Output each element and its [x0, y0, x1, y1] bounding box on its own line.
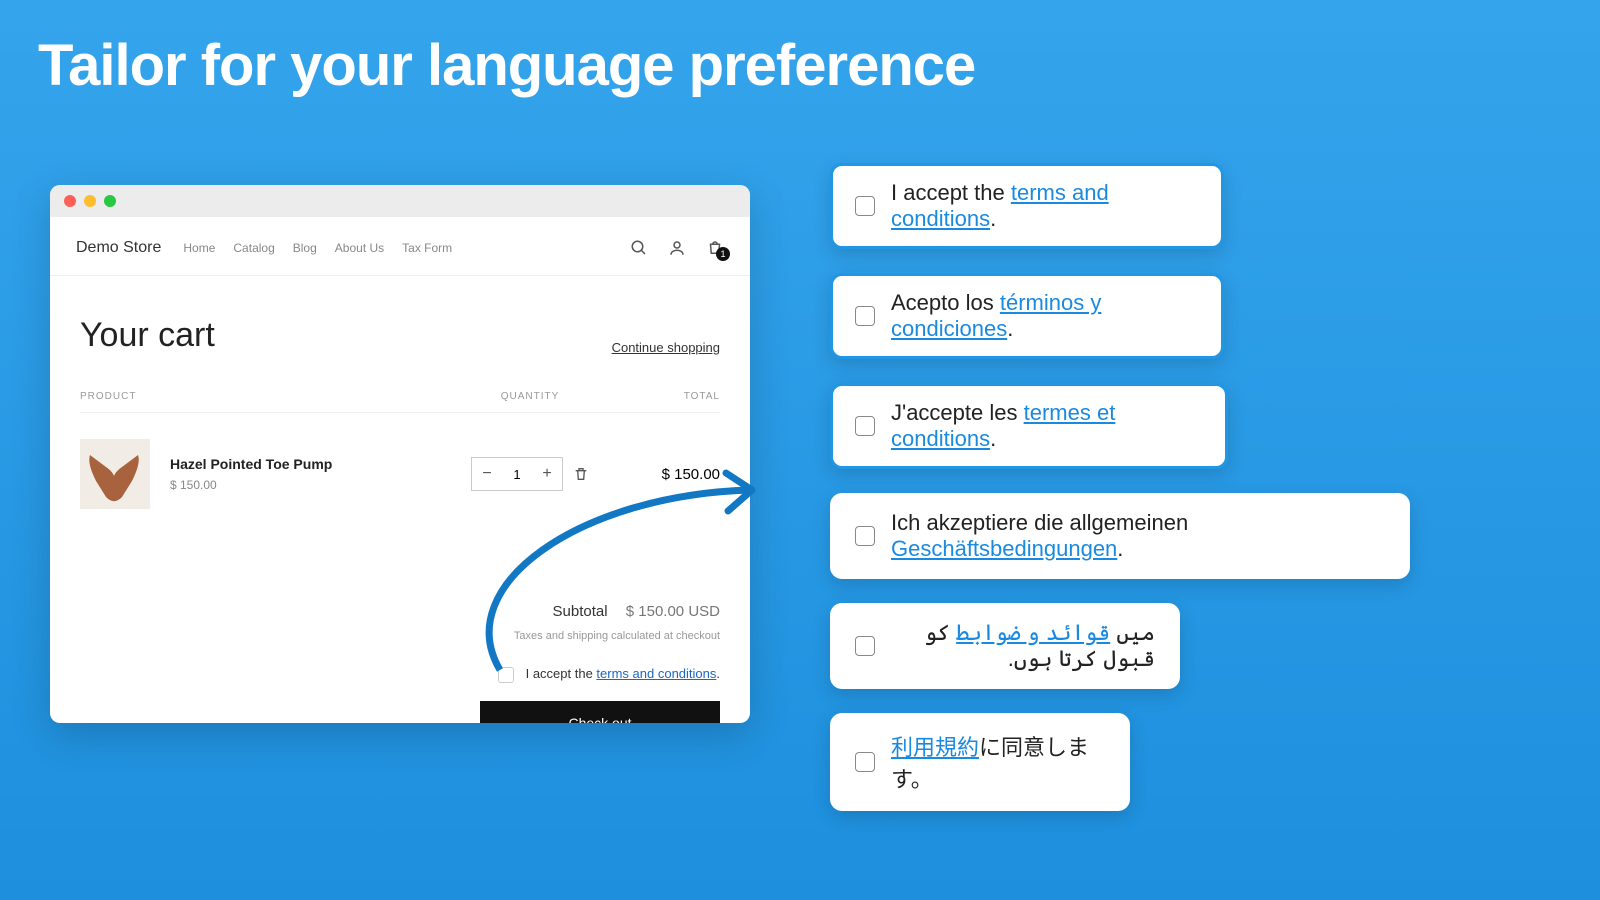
checkbox[interactable] — [855, 306, 875, 326]
subtotal-value: $ 150.00 USD — [626, 603, 720, 620]
nav-home[interactable]: Home — [183, 241, 215, 255]
window-minimize-icon[interactable] — [84, 195, 96, 207]
mac-titlebar — [50, 185, 750, 217]
demo-browser-window: Demo Store Home Catalog Blog About Us Ta… — [50, 185, 750, 723]
nav-about[interactable]: About Us — [335, 241, 384, 255]
accept-terms-row: I accept the terms and conditions. — [80, 666, 720, 683]
col-quantity: QUANTITY — [460, 391, 600, 402]
remove-item-icon[interactable] — [573, 466, 589, 482]
checkbox[interactable] — [855, 526, 875, 546]
page-headline: Tailor for your language preference — [38, 32, 975, 99]
subtotal: Subtotal $ 150.00 USD — [80, 603, 720, 620]
subtotal-label: Subtotal — [553, 603, 608, 620]
continue-shopping-link[interactable]: Continue shopping — [612, 340, 720, 355]
terms-link-de[interactable]: Geschäftsbedingungen — [891, 536, 1117, 561]
store-header: Demo Store Home Catalog Blog About Us Ta… — [50, 217, 750, 276]
lang-text-ur: میں قوائد و ضوابط کو قبول کرتا ہوں. — [891, 620, 1155, 672]
product-image[interactable] — [80, 439, 150, 509]
store-brand[interactable]: Demo Store — [76, 239, 161, 257]
nav-catalog[interactable]: Catalog — [233, 241, 274, 255]
lang-card-fr: J'accepte les termes et conditions. — [830, 383, 1228, 469]
checkout-button[interactable]: Check out — [480, 701, 720, 723]
lang-card-de: Ich akzeptiere die allgemeinen Geschäfts… — [830, 493, 1410, 579]
lang-text-en: I accept the terms and conditions. — [891, 180, 1199, 232]
accept-prefix: I accept the — [526, 666, 597, 681]
nav-blog[interactable]: Blog — [293, 241, 317, 255]
checkbox[interactable] — [855, 636, 875, 656]
cart-badge: 1 — [716, 247, 730, 261]
terms-link-ja[interactable]: 利用規約 — [891, 735, 979, 760]
account-icon[interactable] — [668, 239, 686, 257]
lang-text-de: Ich akzeptiere die allgemeinen Geschäfts… — [891, 510, 1385, 562]
checkbox[interactable] — [855, 416, 875, 436]
language-examples: I accept the terms and conditions. Acept… — [830, 163, 1410, 835]
search-icon[interactable] — [630, 239, 648, 257]
product-price: $ 150.00 — [170, 478, 460, 492]
cart-line-item: Hazel Pointed Toe Pump $ 150.00 − 1 + $ … — [80, 413, 720, 523]
lang-text-es: Acepto los términos y condiciones. — [891, 290, 1199, 342]
product-name[interactable]: Hazel Pointed Toe Pump — [170, 456, 460, 472]
lang-text-ja: 利用規約に同意します。 — [891, 730, 1105, 794]
checkbox[interactable] — [855, 196, 875, 216]
nav-taxform[interactable]: Tax Form — [402, 241, 452, 255]
cart-title: Your cart — [80, 316, 215, 355]
window-close-icon[interactable] — [64, 195, 76, 207]
terms-link-ur[interactable]: قوائد و ضوابط — [956, 620, 1110, 645]
lang-card-ur: میں قوائد و ضوابط کو قبول کرتا ہوں. — [830, 603, 1180, 689]
terms-link[interactable]: terms and conditions — [596, 666, 716, 681]
taxes-note: Taxes and shipping calculated at checkou… — [80, 630, 720, 642]
qty-minus-button[interactable]: − — [472, 465, 502, 483]
col-total: TOTAL — [600, 391, 720, 402]
quantity-stepper[interactable]: − 1 + — [471, 457, 563, 491]
line-total: $ 150.00 — [600, 466, 720, 483]
cart-icon[interactable]: 1 — [706, 239, 724, 257]
lang-card-en: I accept the terms and conditions. — [830, 163, 1224, 249]
col-product: PRODUCT — [80, 391, 460, 402]
cart-table-head: PRODUCT QUANTITY TOTAL — [80, 391, 720, 413]
lang-card-es: Acepto los términos y condiciones. — [830, 273, 1224, 359]
qty-plus-button[interactable]: + — [532, 465, 562, 483]
accept-suffix: . — [716, 666, 720, 681]
lang-text-fr: J'accepte les termes et conditions. — [891, 400, 1203, 452]
accept-terms-checkbox[interactable] — [498, 667, 514, 683]
qty-value: 1 — [502, 467, 532, 482]
lang-card-ja: 利用規約に同意します。 — [830, 713, 1130, 811]
store-nav: Home Catalog Blog About Us Tax Form — [183, 241, 452, 255]
window-zoom-icon[interactable] — [104, 195, 116, 207]
checkbox[interactable] — [855, 752, 875, 772]
